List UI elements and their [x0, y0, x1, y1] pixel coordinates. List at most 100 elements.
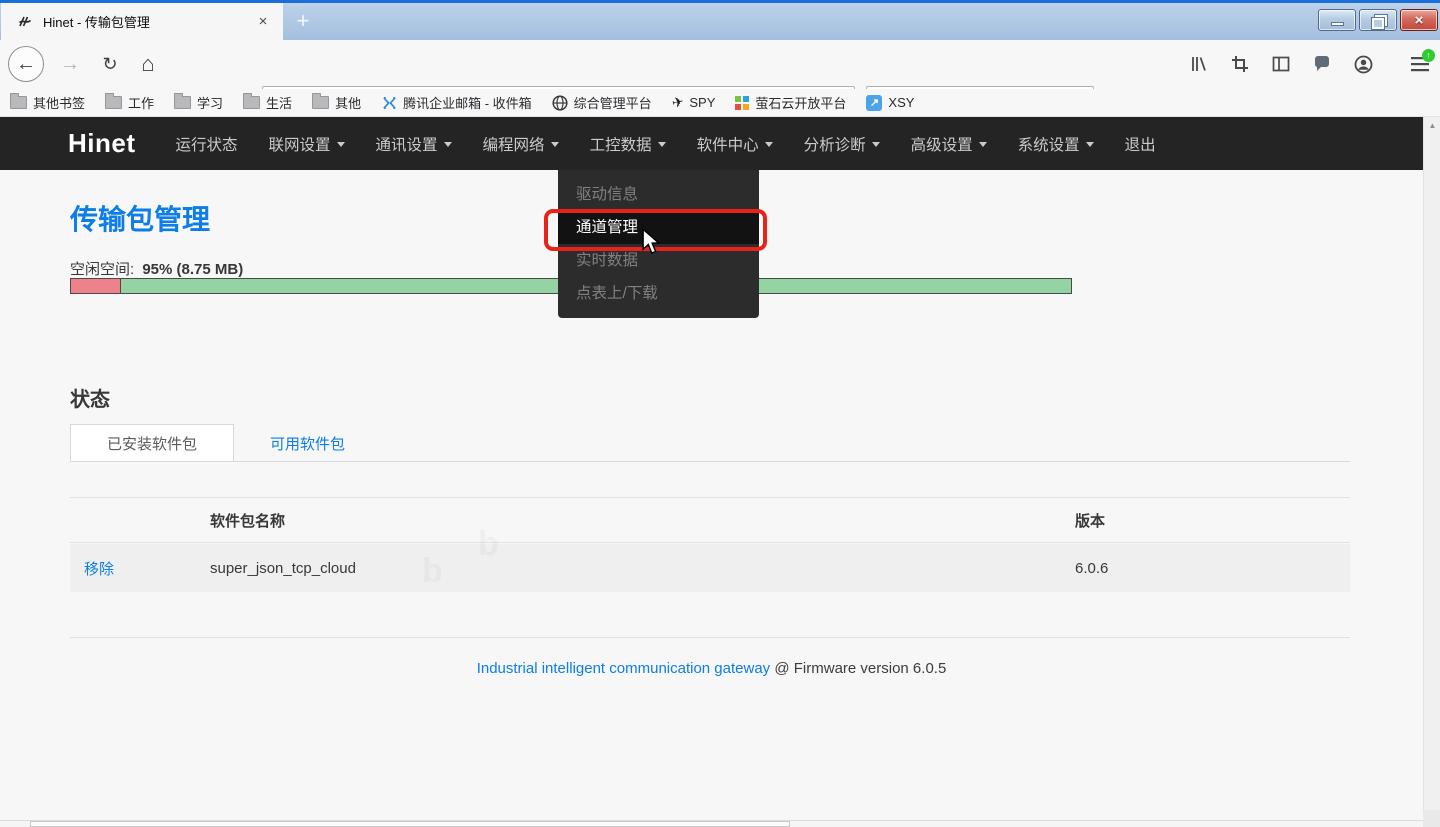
close-tab-icon[interactable]: × [253, 12, 273, 32]
scroll-up-icon[interactable]: ▲ [1424, 117, 1440, 134]
gateway-link[interactable]: Industrial intelligent communication gat… [477, 660, 771, 677]
account-icon[interactable] [1353, 54, 1373, 74]
bookmark-label: 工作 [128, 93, 154, 112]
free-space-value: 95% (8.75 MB) [142, 261, 243, 278]
chevron-down-icon [444, 142, 452, 147]
menu-hamburger-icon[interactable]: ↑ [1410, 54, 1430, 74]
plane-icon: ✈ [670, 93, 685, 112]
bookmark-item[interactable]: 综合管理平台 [552, 93, 652, 112]
library-icon[interactable] [1189, 54, 1209, 74]
nav-item-industrial-data[interactable]: 工控数据 [590, 133, 666, 155]
reload-icon: ↻ [102, 55, 117, 73]
reload-button[interactable]: ↻ [92, 46, 128, 82]
divider [70, 637, 1350, 638]
remove-package-link[interactable]: 移除 [84, 561, 114, 578]
chevron-down-icon [979, 142, 987, 147]
free-space-label: 空闲空间: [70, 261, 134, 278]
tencent-mail-icon [381, 95, 397, 111]
toolbar-icons: ↑ [1189, 46, 1430, 82]
bookmark-folder[interactable]: 工作 [105, 93, 154, 112]
close-window-button[interactable]: × [1400, 9, 1438, 31]
menu-item-point-table[interactable]: 点表上/下载 [558, 277, 759, 310]
nav-item-software-center[interactable]: 软件中心 [697, 133, 773, 155]
package-version-cell: 6.0.6 [1075, 560, 1350, 577]
bookmark-item[interactable]: ✈ SPY [672, 94, 716, 111]
browser-toolbar: ← → ↻ ⌂ 192.168.9.99 /cgi-bin/luci/;stok… [0, 40, 1440, 89]
bookmark-label: SPY [689, 95, 715, 110]
bookmark-label: 其他书签 [33, 93, 85, 112]
nav-item-comm-settings[interactable]: 通讯设置 [376, 133, 452, 155]
brand-logo[interactable]: Hinet [68, 128, 136, 159]
bookmark-folder[interactable]: 生活 [243, 93, 292, 112]
sidebar-toggle-icon[interactable] [1271, 54, 1291, 74]
home-button[interactable]: ⌂ [130, 46, 166, 82]
vertical-scrollbar[interactable]: ▲ ▼ [1423, 117, 1440, 827]
chevron-down-icon [551, 142, 559, 147]
bookmark-item[interactable]: 腾讯企业邮箱 - 收件箱 [381, 93, 532, 112]
arrow-square-icon: ↗ [866, 95, 882, 111]
bookmark-label: 腾讯企业邮箱 - 收件箱 [403, 93, 532, 112]
horizontal-scroll-thumb[interactable] [30, 821, 790, 827]
table-header-row: 软件包名称 版本 [70, 498, 1350, 543]
restore-button[interactable] [1359, 9, 1397, 31]
bookmark-label: 其他 [335, 93, 361, 112]
bookmark-item[interactable]: 萤石云开放平台 [735, 93, 846, 112]
folder-icon [243, 96, 260, 109]
screenshot-crop-icon[interactable] [1230, 54, 1250, 74]
chevron-down-icon [658, 142, 666, 147]
chevron-down-icon [765, 142, 773, 147]
pocket-speech-icon[interactable] [1312, 54, 1332, 74]
nav-item-logout[interactable]: 退出 [1125, 133, 1156, 155]
nav-item-network-settings[interactable]: 联网设置 [269, 133, 345, 155]
browser-tab[interactable]: Hinet - 传输包管理 × [1, 3, 283, 40]
chevron-down-icon [1086, 142, 1094, 147]
free-space-text: 空闲空间: 95% (8.75 MB) [70, 258, 243, 279]
home-icon: ⌂ [141, 53, 154, 75]
package-name-cell: super_json_tcp_cloud [210, 560, 1075, 577]
nav-item-system-settings[interactable]: 系统设置 [1018, 133, 1094, 155]
bookmark-folder[interactable]: 其他书签 [10, 93, 85, 112]
package-tabs: 已安装软件包 可用软件包 [70, 424, 381, 462]
new-tab-button[interactable]: + [288, 7, 318, 37]
bookmark-label: 学习 [197, 93, 223, 112]
bookmark-label: 生活 [266, 93, 292, 112]
divider [70, 461, 1350, 462]
minimize-icon [1331, 22, 1344, 26]
app-navbar: Hinet 运行状态 联网设置 通讯设置 编程网络 工控数据 软件中心 分析诊断… [0, 117, 1423, 170]
nav-item-diagnostics[interactable]: 分析诊断 [804, 133, 880, 155]
watermark: b [422, 552, 443, 591]
minimize-button[interactable] [1318, 9, 1356, 31]
back-icon: ← [16, 54, 36, 74]
bookmark-folder[interactable]: 学习 [174, 93, 223, 112]
bookmark-item[interactable]: ↗ XSY [866, 95, 914, 111]
tab-title: Hinet - 传输包管理 [43, 12, 253, 31]
folder-icon [312, 96, 329, 109]
color-dots-icon [735, 96, 749, 110]
bookmark-label: XSY [888, 95, 914, 110]
chevron-down-icon [337, 142, 345, 147]
folder-icon [174, 96, 191, 109]
folder-icon [105, 96, 122, 109]
used-space-segment [71, 279, 121, 293]
nav-item-running-status[interactable]: 运行状态 [176, 133, 238, 155]
table-row: 移除 super_json_tcp_cloud 6.0.6 [70, 544, 1350, 592]
horizontal-scrollbar[interactable] [0, 820, 1423, 827]
nav-menu: 运行状态 联网设置 通讯设置 编程网络 工控数据 软件中心 分析诊断 高级设置 … [176, 133, 1156, 155]
page-title: 传输包管理 [70, 198, 210, 238]
close-icon: × [1415, 13, 1424, 28]
tab-installed-packages[interactable]: 已安装软件包 [70, 424, 234, 462]
bookmarks-bar: 其他书签 工作 学习 生活 其他 腾讯企业邮箱 - 收件箱 综合管理平台 ✈ S… [0, 89, 1440, 117]
bookmark-label: 萤石云开放平台 [755, 93, 846, 112]
tab-available-packages[interactable]: 可用软件包 [234, 424, 381, 462]
restore-icon [1372, 15, 1384, 25]
nav-item-programming-network[interactable]: 编程网络 [483, 133, 559, 155]
section-heading-status: 状态 [70, 383, 110, 412]
forward-icon: → [60, 54, 80, 74]
back-button[interactable]: ← [8, 46, 44, 82]
nav-item-advanced-settings[interactable]: 高级设置 [911, 133, 987, 155]
page-footer: Industrial intelligent communication gat… [0, 660, 1423, 677]
update-available-badge: ↑ [1422, 49, 1435, 62]
menu-item-driver-info[interactable]: 驱动信息 [558, 178, 759, 211]
bookmark-folder[interactable]: 其他 [312, 93, 361, 112]
forward-button[interactable]: → [52, 46, 88, 82]
